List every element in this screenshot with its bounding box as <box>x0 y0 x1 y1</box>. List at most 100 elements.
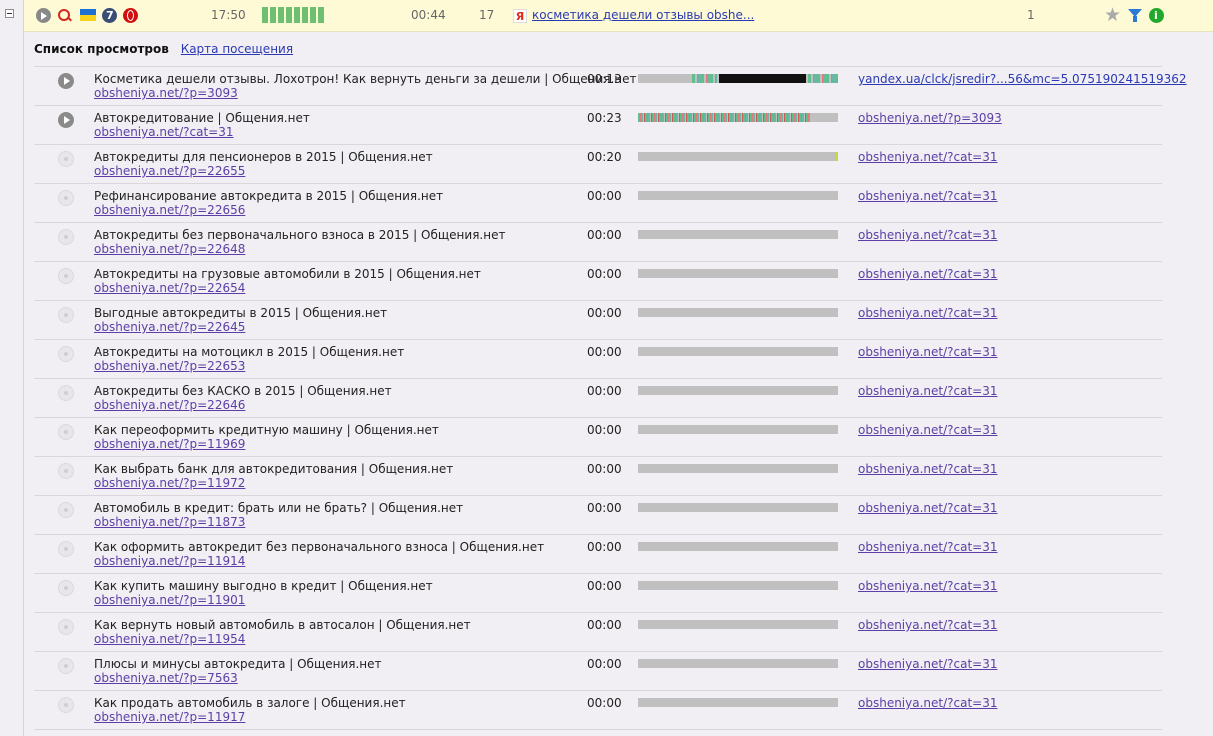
page-url-link[interactable]: obsheniya.net/?p=22655 <box>94 164 245 178</box>
activity-timeline[interactable] <box>638 542 838 551</box>
time-on-page: 00:00 <box>587 345 622 359</box>
page-url-link[interactable]: obsheniya.net/?p=11917 <box>94 710 245 724</box>
referrer-link[interactable]: obsheniya.net/?cat=31 <box>858 579 998 593</box>
play-icon[interactable] <box>58 307 74 323</box>
play-icon[interactable] <box>58 346 74 362</box>
page-url-link[interactable]: obsheniya.net/?p=11914 <box>94 554 245 568</box>
play-icon[interactable] <box>58 268 74 284</box>
activity-timeline[interactable] <box>638 152 838 161</box>
play-icon[interactable] <box>58 658 74 674</box>
play-icon[interactable] <box>58 73 74 89</box>
pageview-row: Рефинансирование автокредита в 2015 | Об… <box>34 184 1162 223</box>
play-icon[interactable] <box>58 697 74 713</box>
activity-timeline[interactable] <box>638 464 838 473</box>
activity-timeline[interactable] <box>638 113 838 122</box>
play-icon[interactable] <box>58 229 74 245</box>
page-url-link[interactable]: obsheniya.net/?p=22656 <box>94 203 245 217</box>
play-icon[interactable] <box>58 424 74 440</box>
time-on-page: 00:00 <box>587 462 622 476</box>
referrer-link[interactable]: obsheniya.net/?cat=31 <box>858 267 998 281</box>
page-url-link[interactable]: obsheniya.net/?p=22654 <box>94 281 245 295</box>
pageview-list: Косметика дешели отзывы. Лохотрон! Как в… <box>34 66 1187 730</box>
visit-map-link[interactable]: Карта посещения <box>181 42 293 56</box>
referrer-link[interactable]: obsheniya.net/?cat=31 <box>858 384 998 398</box>
page-title: Автокредиты на грузовые автомобили в 201… <box>94 267 481 281</box>
referrer-link[interactable]: obsheniya.net/?cat=31 <box>858 501 998 515</box>
search-query-link[interactable]: косметика дешели отзывы obshe... <box>532 0 754 31</box>
page-title: Выгодные автокредиты в 2015 | Общения.не… <box>94 306 388 320</box>
referrer-link[interactable]: obsheniya.net/?cat=31 <box>858 462 998 476</box>
activity-timeline[interactable] <box>638 74 838 83</box>
activity-timeline[interactable] <box>638 659 838 668</box>
play-icon[interactable] <box>58 580 74 596</box>
page-url-link[interactable]: obsheniya.net/?p=3093 <box>94 86 238 100</box>
activity-timeline[interactable] <box>638 503 838 512</box>
referrer-link[interactable]: obsheniya.net/?cat=31 <box>858 423 998 437</box>
activity-timeline[interactable] <box>638 230 838 239</box>
page-url-link[interactable]: obsheniya.net/?p=7563 <box>94 671 238 685</box>
search-icon[interactable] <box>57 8 72 23</box>
play-icon[interactable] <box>58 619 74 635</box>
filter-icon[interactable] <box>1128 9 1142 22</box>
activity-timeline[interactable] <box>638 308 838 317</box>
activity-timeline[interactable] <box>638 191 838 200</box>
page-url-link[interactable]: obsheniya.net/?p=22653 <box>94 359 245 373</box>
activity-timeline[interactable] <box>638 581 838 590</box>
referrer-link[interactable]: obsheniya.net/?cat=31 <box>858 696 998 710</box>
play-icon[interactable] <box>58 190 74 206</box>
visit-summary-bar: 17:50 00:44 17 Я косметика дешели отзывы… <box>24 0 1213 32</box>
page-url-link[interactable]: obsheniya.net/?cat=31 <box>94 125 234 139</box>
page-count: 17 <box>479 8 495 22</box>
play-icon[interactable] <box>58 463 74 479</box>
referrer-link[interactable]: obsheniya.net/?cat=31 <box>858 306 998 320</box>
pageview-row: Как оформить автокредит без первоначальн… <box>34 535 1162 574</box>
ukraine-flag-icon <box>80 9 96 21</box>
page-url-link[interactable]: obsheniya.net/?p=22645 <box>94 320 245 334</box>
referrer-link[interactable]: yandex.ua/clck/jsredir?...56&mc=5.075190… <box>858 72 1187 86</box>
collapse-toggle[interactable] <box>5 9 14 18</box>
activity-timeline[interactable] <box>638 620 838 629</box>
activity-timeline[interactable] <box>638 347 838 356</box>
referrer-link[interactable]: obsheniya.net/?cat=31 <box>858 228 998 242</box>
page-url-link[interactable]: obsheniya.net/?p=11954 <box>94 632 245 646</box>
page-title: Как вернуть новый автомобиль в автосалон… <box>94 618 471 632</box>
star-icon[interactable]: ★ <box>1104 4 1121 26</box>
page-url-link[interactable]: obsheniya.net/?p=11901 <box>94 593 245 607</box>
page-url-link[interactable]: obsheniya.net/?p=22646 <box>94 398 245 412</box>
activity-timeline[interactable] <box>638 425 838 434</box>
page-url-link[interactable]: obsheniya.net/?p=22648 <box>94 242 245 256</box>
referrer-link[interactable]: obsheniya.net/?cat=31 <box>858 540 998 554</box>
referrer-link[interactable]: obsheniya.net/?cat=31 <box>858 150 998 164</box>
pageview-row: Автокредиты для пенсионеров в 2015 | Общ… <box>34 145 1162 184</box>
info-icon[interactable] <box>1149 8 1164 23</box>
referrer-link[interactable]: obsheniya.net/?cat=31 <box>858 618 998 632</box>
page-url-link[interactable]: obsheniya.net/?p=11972 <box>94 476 245 490</box>
referrer-link[interactable]: obsheniya.net/?cat=31 <box>858 345 998 359</box>
page-title: Автокредиты без первоначального взноса в… <box>94 228 506 242</box>
referrer-link[interactable]: obsheniya.net/?cat=31 <box>858 657 998 671</box>
time-on-page: 00:00 <box>587 696 622 710</box>
page-title: Как оформить автокредит без первоначальн… <box>94 540 545 554</box>
visit-time: 17:50 <box>211 8 246 22</box>
page-title: Автокредитование | Общения.нет <box>94 111 310 125</box>
pageview-row: Как выбрать банк для автокредитования | … <box>34 457 1162 496</box>
pageview-row: Автомобиль в кредит: брать или не брать?… <box>34 496 1162 535</box>
play-icon[interactable] <box>58 151 74 167</box>
play-icon[interactable] <box>36 8 51 23</box>
pageview-row: Автокредиты без КАСКО в 2015 | Общения.н… <box>34 379 1162 418</box>
activity-timeline[interactable] <box>638 269 838 278</box>
pageview-row: Автокредиты на грузовые автомобили в 201… <box>34 262 1162 301</box>
page-url-link[interactable]: obsheniya.net/?p=11969 <box>94 437 245 451</box>
page-url-link[interactable]: obsheniya.net/?p=11873 <box>94 515 245 529</box>
page-title: Автокредиты для пенсионеров в 2015 | Общ… <box>94 150 433 164</box>
referrer-link[interactable]: obsheniya.net/?p=3093 <box>858 111 1002 125</box>
play-icon[interactable] <box>58 541 74 557</box>
referrer-link[interactable]: obsheniya.net/?cat=31 <box>858 189 998 203</box>
play-icon[interactable] <box>58 112 74 128</box>
time-on-page: 00:00 <box>587 189 622 203</box>
play-icon[interactable] <box>58 502 74 518</box>
play-icon[interactable] <box>58 385 74 401</box>
activity-timeline[interactable] <box>638 386 838 395</box>
pageview-row: Автокредиты на мотоцикл в 2015 | Общения… <box>34 340 1162 379</box>
activity-timeline[interactable] <box>638 698 838 707</box>
